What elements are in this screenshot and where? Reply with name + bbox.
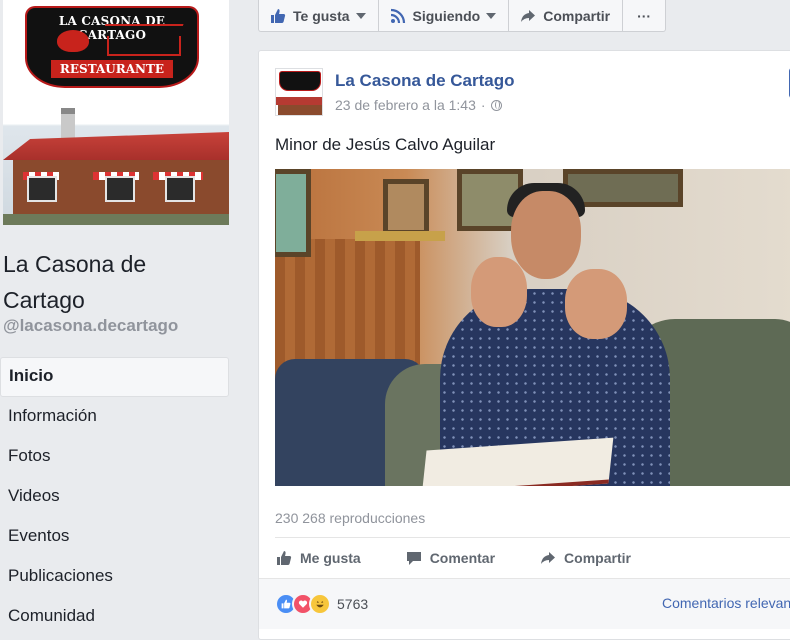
post-author-name[interactable]: La Casona de Cartago — [335, 71, 515, 91]
wall-shelf — [355, 231, 445, 241]
more-options-button[interactable]: ··· — [622, 0, 667, 32]
chevron-down-icon — [486, 12, 497, 19]
post-date[interactable]: 23 de febrero a la 1:43 — [335, 97, 476, 113]
man-face — [511, 191, 581, 279]
comment-label: Comentar — [429, 550, 496, 566]
wall-painting — [383, 179, 429, 235]
page-action-bar: Te gusta Siguiendo Compartir ··· — [258, 0, 667, 32]
house-window — [165, 176, 195, 202]
page-sidebar: LA CASONA DE CARTAGO RESTAURANTE La Caso… — [0, 0, 242, 629]
nav-item-inicio[interactable]: Inicio — [0, 357, 229, 397]
follow-page-label: Siguiendo — [412, 7, 481, 24]
ground — [3, 214, 229, 225]
share-post-button[interactable]: Compartir — [539, 549, 631, 567]
globe-icon[interactable] — [490, 99, 502, 111]
nav-item-informacion[interactable]: Información — [0, 397, 229, 437]
meta-separator: · — [480, 97, 486, 113]
house-outline-icon — [107, 36, 181, 56]
page-handle[interactable]: @lacasona.decartago — [3, 316, 178, 336]
follow-page-button[interactable]: Siguiendo — [377, 0, 510, 32]
reaction-count: 5763 — [337, 596, 369, 612]
page-nav: Inicio Información Fotos Videos Eventos … — [0, 357, 229, 637]
share-page-button[interactable]: Compartir — [508, 0, 624, 32]
mini-roof — [276, 97, 322, 105]
video-player[interactable] — [275, 169, 790, 486]
thumbs-up-icon — [269, 7, 287, 25]
nav-item-videos[interactable]: Videos — [0, 477, 229, 517]
haha-reaction-icon — [309, 593, 331, 615]
share-arrow-icon — [539, 549, 557, 567]
page-name[interactable]: La Casona de Cartago — [3, 246, 203, 318]
comment-button[interactable]: Comentar — [405, 549, 495, 567]
like-page-label: Te gusta — [293, 7, 350, 24]
like-post-label: Me gusta — [300, 550, 361, 566]
mini-logo — [279, 71, 321, 91]
house-window — [105, 176, 135, 202]
like-page-button[interactable]: Te gusta — [258, 0, 379, 32]
right-hand — [565, 269, 627, 339]
chevron-down-icon — [355, 12, 366, 19]
post-author-avatar[interactable] — [275, 68, 323, 116]
rss-icon — [389, 7, 407, 25]
nav-item-fotos[interactable]: Fotos — [0, 437, 229, 477]
reactions-bar: 5763 Comentarios relevantes — [259, 578, 790, 629]
video-post: La Casona de Cartago 23 de febrero a la … — [258, 50, 790, 640]
post-action-row: Me gusta Comentar Compartir — [275, 537, 790, 578]
comments-sort-link[interactable]: Comentarios relevantes — [662, 595, 790, 611]
house-window — [27, 176, 57, 202]
thumbs-up-icon — [275, 549, 293, 567]
nav-item-publicaciones[interactable]: Publicaciones — [0, 557, 229, 597]
left-hand — [471, 257, 527, 327]
mini-house — [278, 105, 322, 115]
restaurant-logo: LA CASONA DE CARTAGO RESTAURANTE — [25, 6, 199, 88]
nav-item-comunidad[interactable]: Comunidad — [0, 597, 229, 637]
bull-icon — [57, 30, 89, 52]
logo-subtitle: RESTAURANTE — [51, 60, 173, 78]
view-count: 230 268 reproducciones — [275, 510, 426, 526]
like-post-button[interactable]: Me gusta — [275, 549, 361, 567]
share-post-label: Compartir — [564, 550, 631, 566]
cover-photo[interactable]: LA CASONA DE CARTAGO RESTAURANTE — [3, 0, 229, 225]
wall-painting — [275, 169, 311, 257]
share-page-label: Compartir — [543, 7, 611, 24]
more-options-label: ··· — [637, 7, 652, 24]
reaction-summary[interactable]: 5763 — [275, 593, 368, 615]
post-meta: 23 de febrero a la 1:43 · — [335, 97, 502, 113]
nav-item-eventos[interactable]: Eventos — [0, 517, 229, 557]
post-text: Minor de Jesús Calvo Aguilar — [275, 135, 496, 154]
comment-bubble-icon — [405, 549, 423, 567]
house-roof — [3, 132, 229, 160]
share-arrow-icon — [519, 7, 537, 25]
